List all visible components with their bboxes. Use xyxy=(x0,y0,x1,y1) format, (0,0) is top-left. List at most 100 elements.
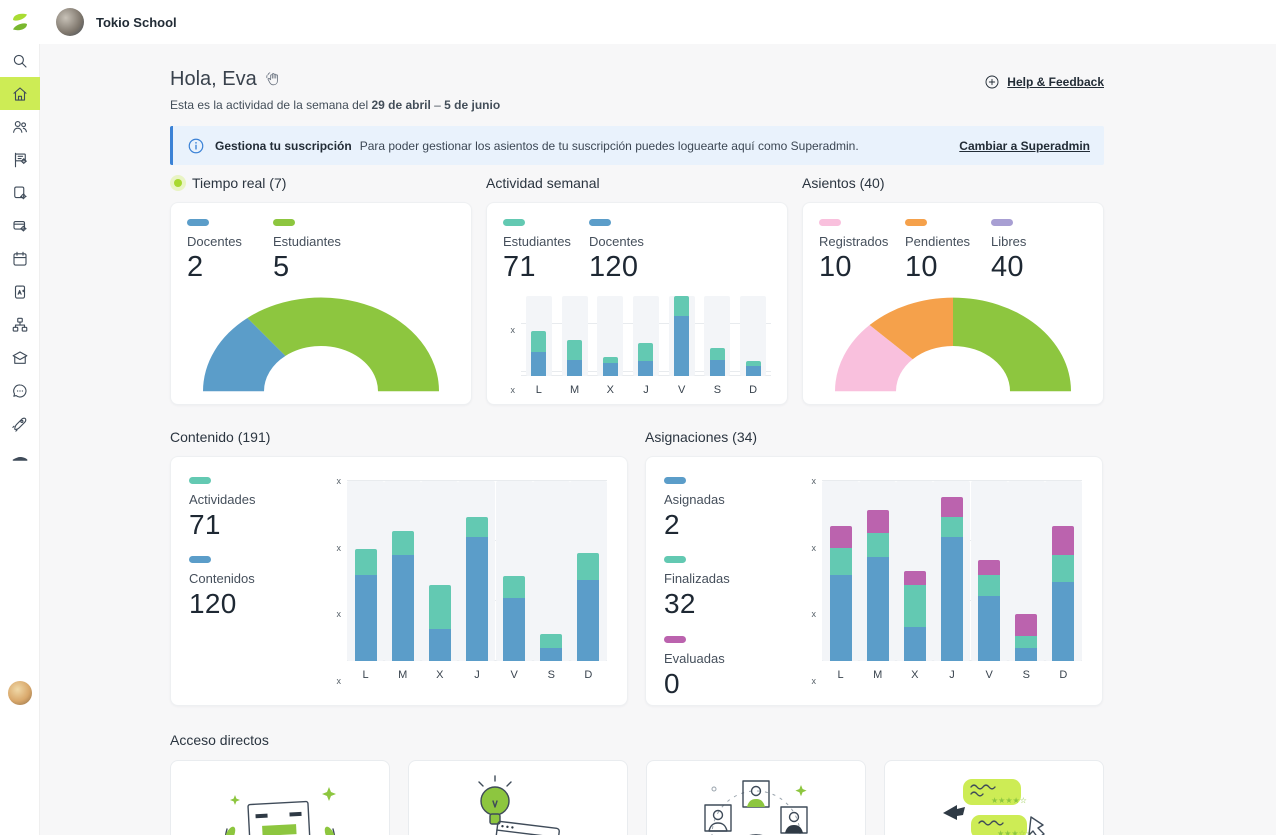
y-tick-label: x xyxy=(337,609,342,619)
shortcut-card-reviews[interactable]: ★★★★☆ ★★★☆☆ xyxy=(884,760,1104,835)
legend-value: 32 xyxy=(664,589,796,618)
bar-M xyxy=(859,481,896,661)
user-avatar[interactable] xyxy=(8,681,32,705)
legend-value: 2 xyxy=(664,510,796,539)
sidebar-item-home[interactable] xyxy=(0,77,40,110)
bar-segment-actividades xyxy=(503,576,525,598)
donut-segment xyxy=(953,298,1071,392)
sidebar-item-footwear[interactable] xyxy=(0,440,40,473)
plus-circle-icon xyxy=(984,74,1000,90)
flag-gear-icon xyxy=(11,151,29,169)
y-tick-label: x xyxy=(812,476,817,486)
bar-segment-estudiantes xyxy=(710,348,725,361)
x-axis-label: M xyxy=(859,669,896,681)
contenido-bar-chart: xxxxLMXJVSD xyxy=(329,481,607,681)
legend-label: Pendientes xyxy=(905,234,991,249)
tokio-logo-icon xyxy=(8,10,32,34)
week-subtitle: Esta es la actividad de la semana del 29… xyxy=(170,98,500,112)
bar-segment-docentes xyxy=(710,360,725,376)
legend-value: 120 xyxy=(189,589,321,618)
switch-superadmin-link[interactable]: Cambiar a Superadmin xyxy=(959,139,1090,153)
legend-pill xyxy=(189,556,211,563)
shortcut-card-community[interactable] xyxy=(646,760,866,835)
bar-segment-asignadas xyxy=(867,557,889,661)
bar-J xyxy=(633,296,659,376)
x-axis-label: S xyxy=(704,384,730,396)
bar-segment-evaluadas xyxy=(941,497,963,517)
legend-label: Asignadas xyxy=(664,492,796,507)
sidebar-item-structure[interactable] xyxy=(0,308,40,341)
legend-label: Docentes xyxy=(589,234,675,249)
y-tick-label: x xyxy=(812,609,817,619)
sidebar-item-assignments-manager[interactable] xyxy=(0,209,40,242)
bar-D xyxy=(1045,481,1082,661)
legend-pill xyxy=(905,219,927,226)
bar-X xyxy=(896,481,933,661)
legend-pill xyxy=(664,636,686,643)
legend-label: Estudiantes xyxy=(273,234,359,249)
bar-segment-asignadas xyxy=(1052,582,1074,661)
legend-item: Evaluadas 0 xyxy=(664,636,796,698)
card-gear-icon xyxy=(11,217,29,235)
sidebar-item-search[interactable] xyxy=(0,44,40,77)
document-gear-icon xyxy=(11,184,29,202)
bar-V xyxy=(971,481,1008,661)
legend-value: 0 xyxy=(664,669,796,698)
legend-label: Registrados xyxy=(819,234,905,249)
shortcut-card-ideas[interactable] xyxy=(408,760,628,835)
x-axis-label: J xyxy=(458,669,495,681)
sidebar-item-launch[interactable] xyxy=(0,407,40,440)
x-axis-label: S xyxy=(533,669,570,681)
shortcut-card-certificates[interactable] xyxy=(170,760,390,835)
x-axis-label: X xyxy=(896,669,933,681)
bar-S xyxy=(533,481,570,661)
x-axis-label: J xyxy=(933,669,970,681)
bar-M xyxy=(384,481,421,661)
legend-item: Asignadas 2 xyxy=(664,477,796,539)
legend-pill xyxy=(187,219,209,226)
legend-value: 10 xyxy=(819,252,905,282)
date-start: 29 de abril xyxy=(371,98,430,112)
x-axis: LMXJVSD xyxy=(347,661,607,681)
sidebar-item-users[interactable] xyxy=(0,110,40,143)
bar-J xyxy=(458,481,495,661)
school-switcher[interactable]: Tokio School xyxy=(56,8,177,36)
y-tick-label: x xyxy=(337,543,342,553)
sidebar-item-exams[interactable] xyxy=(0,275,40,308)
bar-segment-docentes xyxy=(746,366,761,376)
svg-text:★★★★☆: ★★★★☆ xyxy=(991,796,1027,805)
greeting-text: Hola, Eva xyxy=(170,68,257,91)
school-box-icon xyxy=(11,349,29,367)
x-axis-label: D xyxy=(740,384,766,396)
svg-text:★★★☆☆: ★★★☆☆ xyxy=(997,829,1033,835)
sidebar-item-messages[interactable] xyxy=(0,374,40,407)
x-axis-label: M xyxy=(562,384,588,396)
x-axis-label: J xyxy=(633,384,659,396)
bar-D xyxy=(740,296,766,376)
legend-item: Pendientes 10 xyxy=(905,219,991,282)
asignaciones-bar-chart: xxxxLMXJVSD xyxy=(804,481,1082,681)
section-title-text: Tiempo real (7) xyxy=(192,175,286,191)
subscription-banner: Gestiona tu suscripción Para poder gesti… xyxy=(170,126,1104,165)
legend-item: Docentes 120 xyxy=(589,219,675,282)
x-axis: LMXJVSD xyxy=(822,661,1082,681)
legend-item: Finalizadas 32 xyxy=(664,556,796,618)
sidebar-item-calendar[interactable] xyxy=(0,242,40,275)
plot-area xyxy=(347,481,607,661)
rocket-icon xyxy=(11,415,29,433)
bar-segment-evaluadas xyxy=(830,526,852,548)
legend-pill xyxy=(189,477,211,484)
sidebar-item-itineraries[interactable] xyxy=(0,143,40,176)
legend-item: Libres 40 xyxy=(991,219,1077,282)
help-feedback-link[interactable]: Help & Feedback xyxy=(984,74,1104,90)
sidebar-item-school[interactable] xyxy=(0,341,40,374)
sidebar-item-content-manager[interactable] xyxy=(0,176,40,209)
semi-donut-svg xyxy=(832,296,1074,392)
bar-segment-finalizadas xyxy=(904,585,926,626)
legend-label: Actividades xyxy=(189,492,321,507)
tokio-logo xyxy=(0,10,40,34)
bar-segment-actividades xyxy=(355,549,377,574)
asientos-card: Registrados 10 Pendientes 10 Libres 40 xyxy=(802,202,1104,405)
bar-V xyxy=(496,481,533,661)
bar-L xyxy=(526,296,552,376)
